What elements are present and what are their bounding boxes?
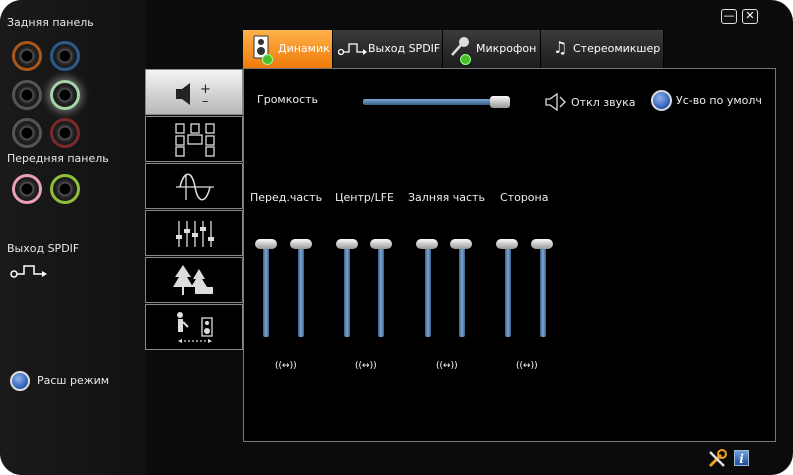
- lfe-slider[interactable]: [378, 245, 384, 337]
- connectors-panel: Задняя панель Передняя панель Выход SPDI…: [0, 0, 146, 475]
- rear-jack-red[interactable]: [50, 118, 80, 148]
- rear-jack-black[interactable]: [12, 80, 42, 110]
- side-right-slider[interactable]: [540, 245, 546, 337]
- tab-microphone[interactable]: Микрофон: [443, 30, 541, 68]
- tab-label: Микрофон: [476, 42, 537, 55]
- channel-label-side: Сторона: [500, 191, 549, 204]
- waveform-icon: [176, 173, 214, 201]
- audio-manager-window: — ✕ Задняя панель Передняя панель Выход …: [0, 0, 793, 475]
- channel-label-center-lfe: Центр/LFE: [335, 191, 395, 204]
- rear-left-slider[interactable]: [425, 245, 431, 337]
- master-volume-thumb[interactable]: [490, 96, 510, 108]
- master-volume-slider[interactable]: [363, 99, 509, 105]
- lfe-thumb[interactable]: [370, 239, 392, 249]
- rear-right-thumb[interactable]: [450, 239, 472, 249]
- mute-label: Откл звука: [571, 96, 636, 109]
- rear-jack-blue[interactable]: [50, 41, 80, 71]
- rear-right-slider[interactable]: [459, 245, 465, 337]
- default-device-radio[interactable]: [651, 90, 672, 111]
- environment-button[interactable]: [145, 257, 243, 303]
- front-link-toggle[interactable]: ((↔)): [275, 361, 297, 371]
- check-icon: [262, 54, 273, 65]
- spdif-icon: [338, 43, 367, 56]
- info-icon[interactable]: i: [734, 450, 749, 466]
- music-note-icon: ♫: [553, 38, 568, 57]
- center-lfe-link-toggle[interactable]: ((↔)): [355, 361, 377, 371]
- room-correction-icon: [177, 312, 213, 343]
- center-slider[interactable]: [344, 245, 350, 337]
- tab-label: Динамик: [278, 42, 330, 55]
- side-left-slider[interactable]: [505, 245, 511, 337]
- rear-left-thumb[interactable]: [416, 239, 438, 249]
- front-left-slider[interactable]: [263, 245, 269, 337]
- front-jack-green[interactable]: [50, 174, 80, 204]
- close-button[interactable]: ✕: [742, 9, 758, 24]
- tab-stereo-mix[interactable]: ♫ Стереомикшер: [541, 30, 664, 68]
- rear-link-toggle[interactable]: ((↔)): [436, 361, 458, 371]
- settings-tools-icon[interactable]: [707, 449, 727, 469]
- side-link-toggle[interactable]: ((↔)): [516, 361, 538, 371]
- side-right-thumb[interactable]: [531, 239, 553, 249]
- minimize-button[interactable]: —: [721, 9, 737, 24]
- rear-jack-grey[interactable]: [12, 118, 42, 148]
- tab-speakers[interactable]: Динамик: [243, 30, 333, 68]
- default-device-label: Ус-во по умолч: [676, 94, 762, 107]
- tab-label: Выход SPDIF: [368, 42, 441, 55]
- advanced-mode-radio[interactable]: [10, 371, 30, 391]
- rear-jack-orange[interactable]: [12, 41, 42, 71]
- close-icon: ✕: [745, 9, 755, 22]
- speaker-volume-icon: + –: [176, 82, 211, 107]
- front-panel-label: Передняя панель: [7, 152, 109, 165]
- speaker-config-button[interactable]: [145, 116, 243, 162]
- tab-spdif-out[interactable]: Выход SPDIF: [333, 30, 443, 68]
- equalizer-icon: [176, 221, 214, 247]
- volume-tab-button[interactable]: + –: [145, 69, 243, 115]
- equalizer-button[interactable]: [145, 210, 243, 256]
- rear-panel-label: Задняя панель: [7, 16, 94, 29]
- tab-label: Стереомикшер: [573, 42, 661, 55]
- spdif-output-label: Выход SPDIF: [7, 242, 80, 255]
- front-right-slider[interactable]: [298, 245, 304, 337]
- advanced-mode-label: Расш режим: [37, 374, 110, 387]
- volume-label: Громкость: [257, 93, 319, 106]
- front-right-thumb[interactable]: [290, 239, 312, 249]
- room-correction-button[interactable]: [145, 304, 243, 350]
- minimize-icon: —: [723, 9, 735, 22]
- rear-jack-green-active[interactable]: [50, 80, 80, 110]
- svg-text:–: –: [202, 94, 209, 107]
- side-left-thumb[interactable]: [496, 239, 518, 249]
- mute-speaker-icon[interactable]: [543, 93, 567, 111]
- speaker-layout-icon: [175, 123, 215, 157]
- center-thumb[interactable]: [336, 239, 358, 249]
- forest-environment-icon: [173, 265, 213, 295]
- channel-label-front: Перед.часть: [250, 191, 323, 204]
- front-left-thumb[interactable]: [255, 239, 277, 249]
- sound-effects-button[interactable]: [145, 163, 243, 209]
- front-jack-pink[interactable]: [12, 174, 42, 204]
- spdif-signal-icon: [10, 265, 47, 278]
- channel-label-rear: Залняя часть: [408, 191, 485, 204]
- check-icon: [460, 54, 471, 65]
